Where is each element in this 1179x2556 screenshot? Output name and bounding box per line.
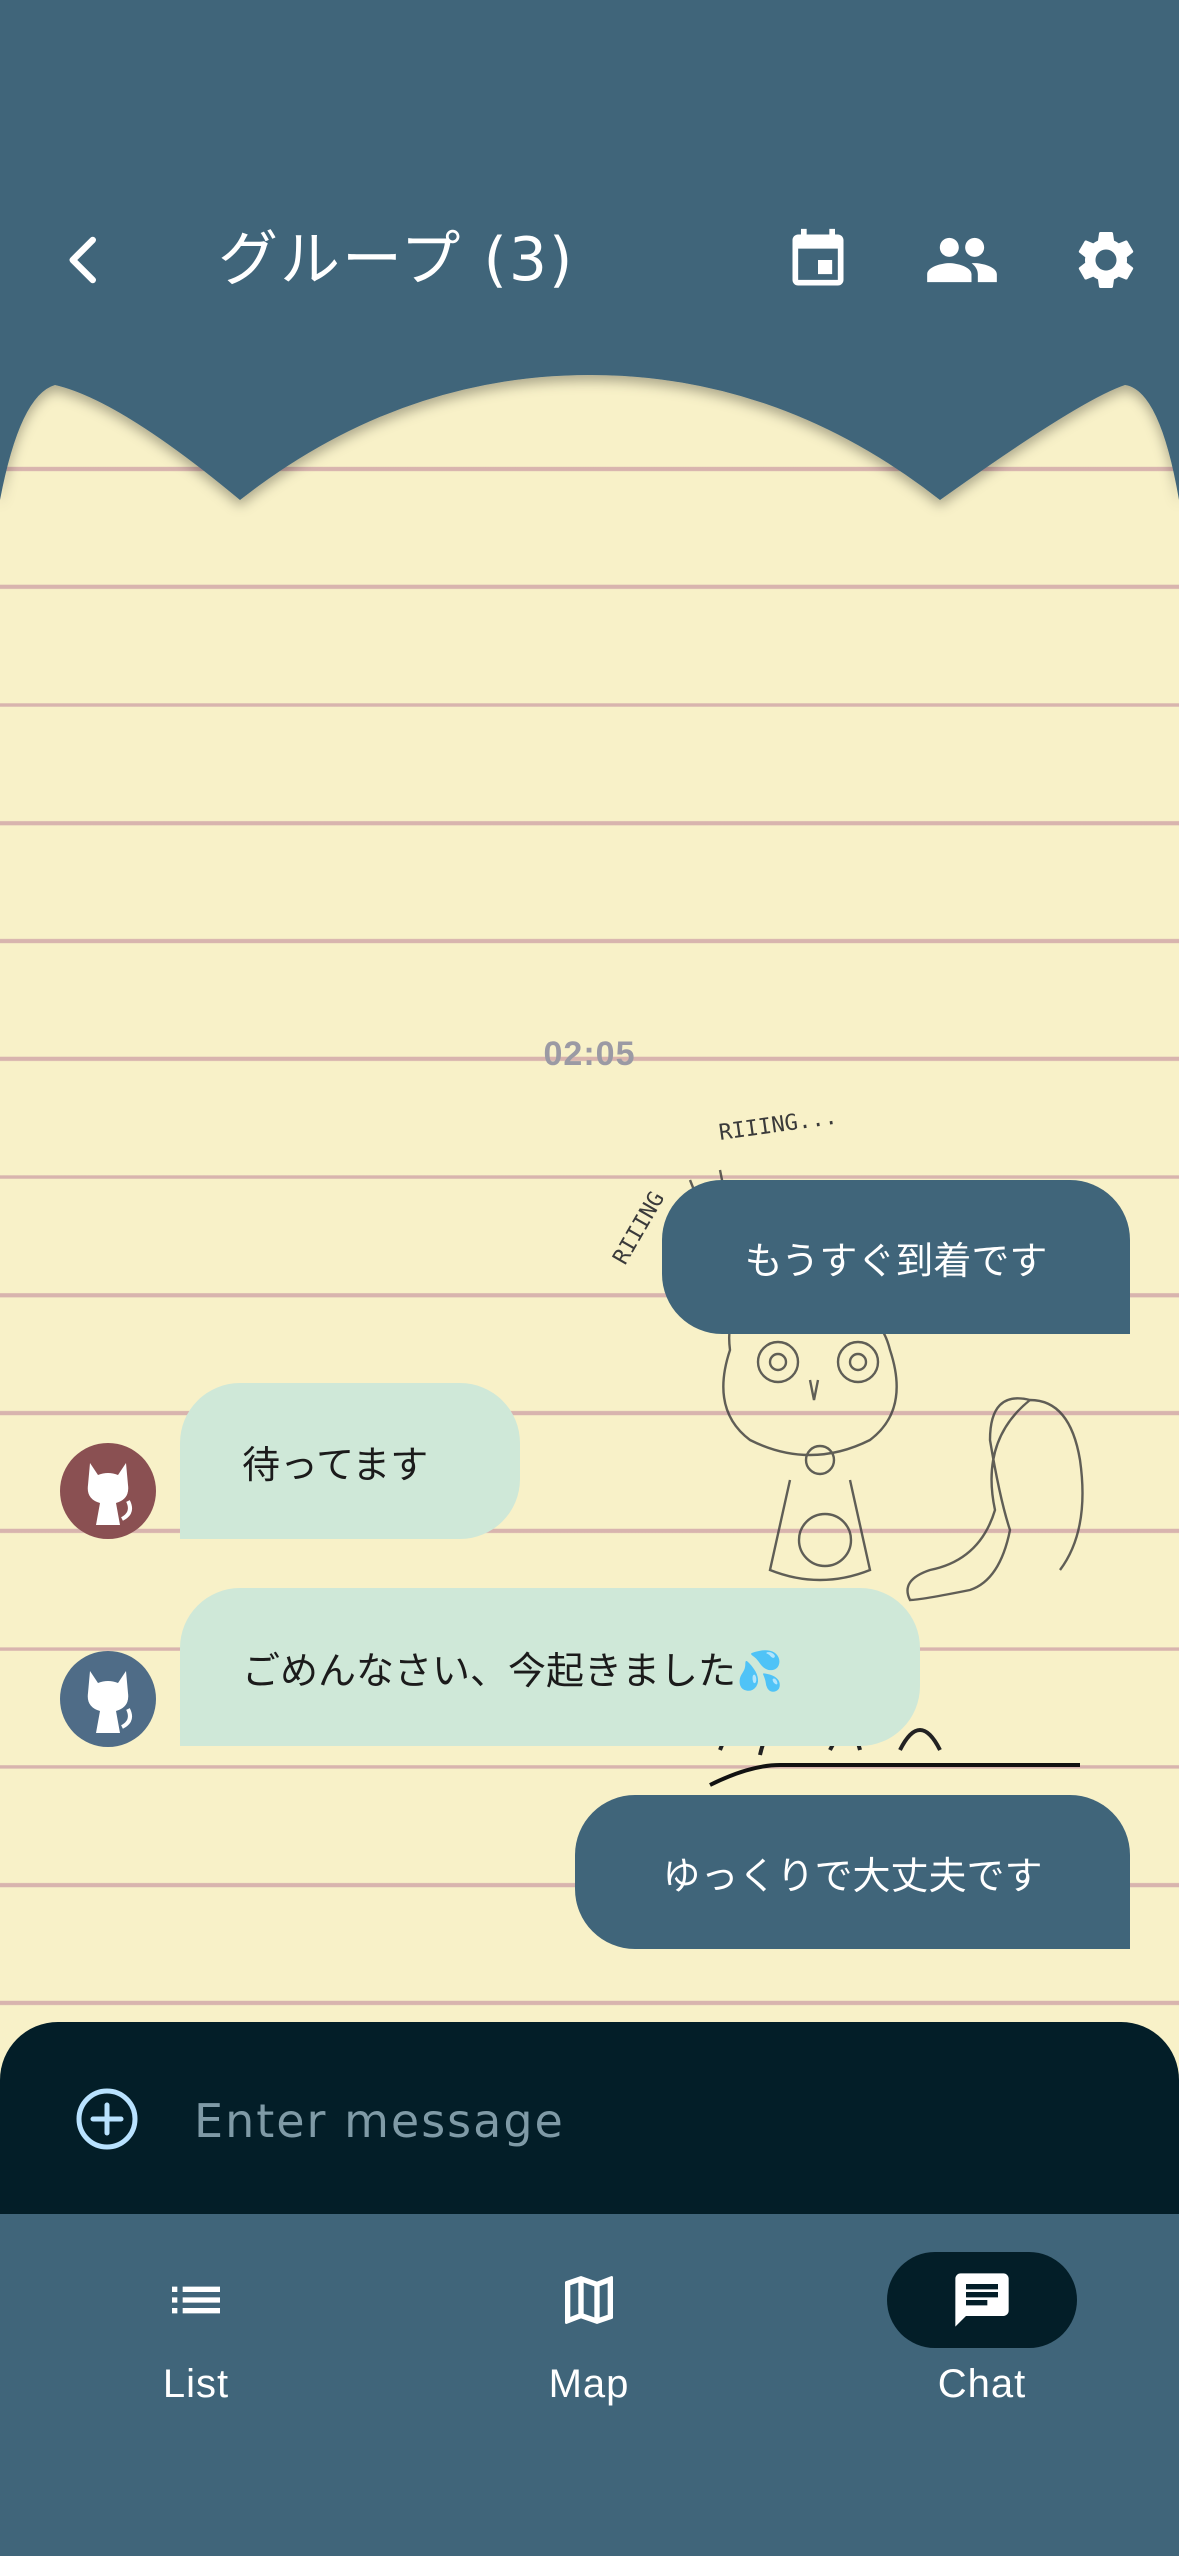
- message-bubble-sent[interactable]: もうすぐ到着です: [662, 1180, 1130, 1334]
- map-icon: [565, 2276, 613, 2324]
- back-button[interactable]: [44, 220, 124, 300]
- nav-item-list[interactable]: List: [68, 2252, 308, 2432]
- cat-avatar-icon: [87, 1463, 132, 1525]
- list-icon: [172, 2286, 220, 2314]
- cat-avatar-icon: [87, 1671, 132, 1733]
- people-icon: [927, 237, 997, 283]
- nav-pill: [494, 2252, 684, 2348]
- avatar[interactable]: [60, 1651, 156, 1747]
- nav-pill: [101, 2252, 291, 2348]
- members-button[interactable]: [922, 220, 1002, 300]
- message-timestamp: 02:05: [543, 1035, 636, 1073]
- svg-text:RIIING: RIIING: [609, 1188, 670, 1269]
- message-bubble-received[interactable]: 待ってます: [180, 1383, 520, 1539]
- bottom-navigation: List Map Chat: [0, 2214, 1179, 2556]
- add-circle-icon: [76, 2088, 138, 2150]
- settings-button[interactable]: [1066, 220, 1146, 300]
- app-header: グループ (3): [0, 0, 1179, 520]
- nav-label: List: [162, 2362, 230, 2406]
- back-arrow-icon: [69, 236, 96, 284]
- message-bubble-sent[interactable]: ゆっくりで大丈夫です: [575, 1795, 1130, 1949]
- nav-label: Chat: [937, 2362, 1027, 2406]
- gear-icon: [1078, 232, 1134, 288]
- avatar[interactable]: [60, 1443, 156, 1539]
- chat-icon: [955, 2273, 1009, 2327]
- nav-item-map[interactable]: Map: [461, 2252, 701, 2432]
- calendar-icon: [792, 228, 844, 286]
- page-title: グループ (3): [218, 225, 575, 295]
- nav-item-chat[interactable]: Chat: [854, 2252, 1094, 2432]
- nav-label: Map: [548, 2362, 630, 2406]
- nav-pill-active: [887, 2252, 1077, 2348]
- add-attachment-button[interactable]: [74, 2086, 140, 2152]
- svg-text:RIIING...: RIIING...: [717, 1110, 839, 1146]
- calendar-button[interactable]: [778, 220, 858, 300]
- message-bubble-received[interactable]: ごめんなさい、今起きました💦: [180, 1588, 920, 1746]
- message-input[interactable]: [192, 2072, 1096, 2170]
